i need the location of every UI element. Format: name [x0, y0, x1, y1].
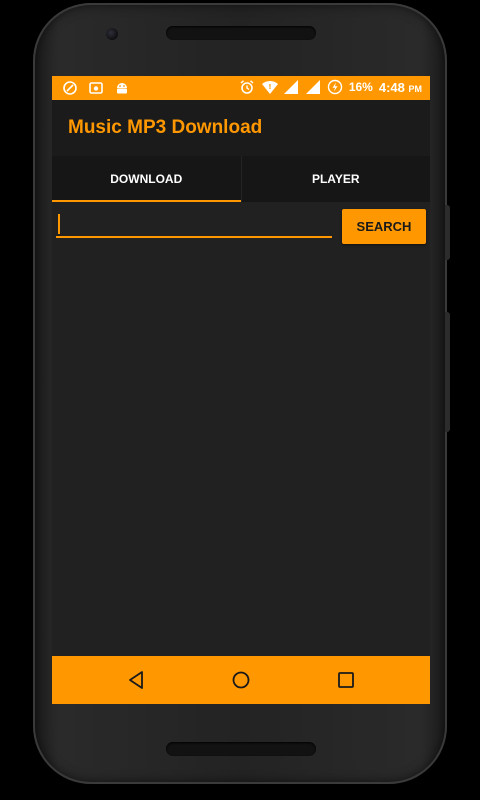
alarm-icon: [239, 79, 255, 95]
power-button: [445, 312, 450, 432]
screen: ! 16% 4:48 PM Music MP3 Download DOWNLOA…: [52, 76, 430, 704]
photo-icon: [88, 80, 104, 96]
bottom-speaker: [166, 742, 316, 756]
svg-text:!: !: [268, 83, 271, 91]
tab-player[interactable]: PLAYER: [240, 156, 431, 202]
signal-icon: [305, 79, 321, 95]
wifi-icon: !: [261, 79, 278, 95]
top-speaker: [166, 26, 316, 40]
search-button[interactable]: SEARCH: [342, 209, 426, 244]
search-input[interactable]: [56, 210, 332, 238]
clock: 4:48 PM: [379, 80, 422, 95]
android-icon: [114, 80, 130, 96]
front-camera: [106, 28, 118, 40]
search-row: SEARCH: [52, 202, 430, 252]
volume-button: [445, 205, 450, 260]
app-title: Music MP3 Download: [68, 117, 263, 138]
home-icon[interactable]: [229, 668, 253, 692]
tab-bar: DOWNLOAD PLAYER: [52, 156, 430, 202]
text-cursor: [58, 214, 60, 234]
clock-suffix: PM: [408, 83, 423, 94]
device-frame: ! 16% 4:48 PM Music MP3 Download DOWNLOA…: [0, 0, 480, 800]
battery-charging-icon: [327, 79, 343, 95]
battery-percent: 16%: [348, 80, 373, 94]
signal-icon: [283, 79, 299, 95]
status-right-icons: ! 16% 4:48 PM: [239, 79, 422, 95]
navigation-bar: [52, 656, 430, 704]
tab-download[interactable]: DOWNLOAD: [52, 156, 241, 202]
back-icon[interactable]: [124, 668, 148, 692]
recents-icon[interactable]: [334, 668, 358, 692]
status-bar: ! 16% 4:48 PM: [52, 76, 430, 100]
sync-icon: [62, 80, 78, 96]
status-left-icons: [62, 80, 130, 96]
clock-time: 4:48: [378, 79, 405, 95]
app-bar: Music MP3 Download: [52, 100, 430, 156]
results-list: [52, 252, 430, 656]
